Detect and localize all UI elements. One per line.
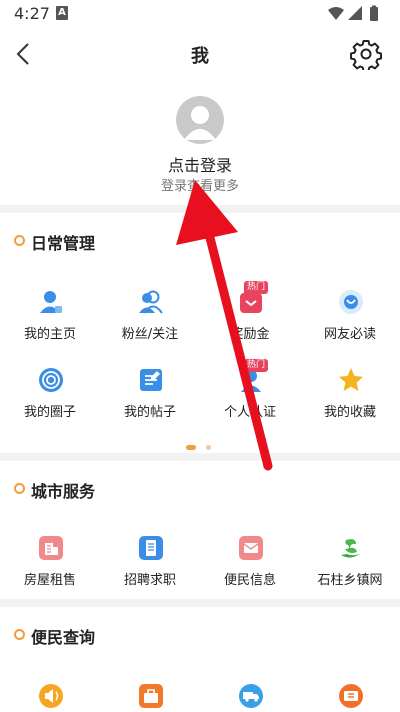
- grid-item-label: 便民信息: [223, 573, 276, 588]
- battery-icon: [370, 7, 378, 21]
- page-title: 我: [191, 46, 209, 67]
- grid-item-jobs[interactable]: 招聘求职: [100, 535, 200, 599]
- house-icon: [39, 536, 63, 560]
- gear-icon: [350, 40, 382, 72]
- grid-item-followers[interactable]: 粉丝/关注: [100, 289, 200, 353]
- grid-item-label: 我的圈子: [23, 405, 76, 420]
- grid-item-housing[interactable]: 房屋租售: [0, 535, 100, 599]
- grid-item-label: 我的主页: [23, 327, 76, 342]
- profile-section[interactable]: 点击登录 登录查看更多: [0, 80, 400, 205]
- grid-item-label: 奖励金: [230, 327, 270, 342]
- settings-button[interactable]: [350, 38, 382, 72]
- user-icon: [40, 291, 62, 313]
- tool-icon: [139, 684, 163, 708]
- page-dot-active: [186, 445, 196, 450]
- hot-badge: 热门: [244, 359, 269, 372]
- city-services-section: 城市服务 房屋租售 招聘求职 便民信息 石柱乡镇网: [0, 461, 400, 599]
- top-nav-bar: 我: [0, 28, 400, 80]
- daily-management-section: 日常管理 我的主页 粉丝/关注 热门 奖励金 网友必读 我的圈子 我的帖子 热门…: [0, 213, 400, 453]
- section-title: 便民查询: [31, 628, 96, 647]
- back-button[interactable]: [10, 40, 38, 68]
- wifi-icon: [328, 7, 344, 20]
- grid-item-town-site[interactable]: 石柱乡镇网: [300, 535, 400, 599]
- status-icons: [328, 5, 378, 21]
- login-hint: 登录查看更多: [160, 179, 239, 194]
- status-bar: 4:27 A: [0, 0, 400, 28]
- grid-item-must-read[interactable]: 网友必读: [300, 289, 400, 353]
- grid-item-query-2[interactable]: [100, 683, 200, 712]
- convenience-query-section: 便民查询: [0, 607, 400, 712]
- grid-item-reward[interactable]: 热门 奖励金: [200, 281, 300, 353]
- followers-icon: [139, 290, 163, 314]
- grid-item-query-3[interactable]: [200, 683, 300, 712]
- speaker-icon: [39, 684, 63, 708]
- grid-item-query-4[interactable]: [300, 683, 400, 712]
- grid-item-my-circle[interactable]: 我的圈子: [0, 367, 100, 431]
- page-dot: [206, 445, 211, 450]
- section-dot-icon: [14, 483, 25, 494]
- section-dot-icon: [14, 235, 25, 246]
- must-read-icon: [339, 290, 363, 314]
- post-icon: [140, 369, 162, 391]
- grid-item-favorites[interactable]: 我的收藏: [300, 367, 400, 431]
- signal-icon: [348, 6, 362, 20]
- default-avatar-icon: [184, 106, 216, 140]
- grid-item-my-posts[interactable]: 我的帖子: [100, 367, 200, 431]
- truck-icon: [239, 684, 263, 708]
- grid-item-label: 网友必读: [323, 327, 376, 342]
- grid-item-label: 房屋租售: [23, 573, 76, 588]
- notification-app-icon: A: [56, 6, 68, 20]
- chevron-left-icon: [16, 43, 29, 65]
- section-dot-icon: [14, 629, 25, 640]
- hot-badge: 热门: [244, 281, 269, 294]
- grid-item-label: 个人认证: [223, 405, 276, 420]
- section-title: 日常管理: [31, 234, 96, 253]
- town-logo-icon: [341, 539, 361, 558]
- grid-item-query-1[interactable]: [0, 683, 100, 712]
- grid-item-label: 粉丝/关注: [121, 327, 179, 342]
- grid-item-label: 招聘求职: [123, 573, 176, 588]
- login-link[interactable]: 点击登录: [0, 152, 400, 176]
- grid-item-label: 我的收藏: [323, 405, 376, 420]
- star-icon: [339, 368, 363, 391]
- grid-item-info[interactable]: 便民信息: [200, 535, 300, 599]
- grid-item-my-homepage[interactable]: 我的主页: [0, 289, 100, 353]
- grid-item-label: 石柱乡镇网: [317, 573, 383, 588]
- circle-icon: [39, 368, 63, 392]
- ticket-icon: [339, 684, 363, 708]
- status-time: 4:27: [14, 4, 50, 23]
- section-title: 城市服务: [31, 482, 96, 501]
- grid-item-label: 我的帖子: [123, 405, 176, 420]
- grid-item-verification[interactable]: 热门 个人认证: [200, 359, 300, 431]
- job-icon: [139, 536, 163, 560]
- avatar[interactable]: [176, 96, 224, 144]
- info-icon: [239, 536, 263, 560]
